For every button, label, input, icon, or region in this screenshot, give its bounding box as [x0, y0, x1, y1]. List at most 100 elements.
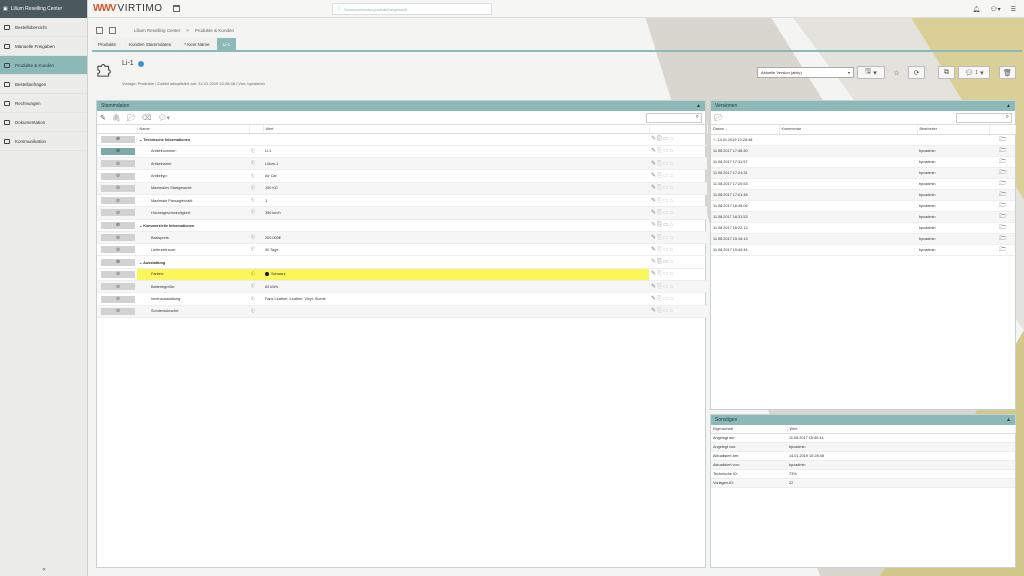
open-folder-icon[interactable]: 🗁 [999, 181, 1006, 187]
version-row[interactable]: 11.08.2017 16:22:13 bpcadmin 🗁 [711, 222, 1015, 234]
field-row[interactable]: ⊘ Basispreis: ⓘ 200.000€ ✎⎘▭⌂ [97, 231, 707, 245]
collapse-panel-icon[interactable]: ▲ [1006, 417, 1011, 423]
tab-2[interactable]: * Kein Name [178, 38, 216, 50]
tab-3[interactable]: Li-1 [216, 38, 237, 50]
collapse-panel-icon[interactable]: ▲ [696, 103, 701, 109]
erase-icon[interactable]: ⌂ [670, 198, 675, 204]
erase-icon[interactable]: ⌂ [670, 222, 675, 228]
version-row[interactable]: 11.08.2017 16:31:53 bpcadmin 🗁 [711, 211, 1015, 223]
info-icon[interactable]: ⓘ [251, 149, 255, 153]
folder-icon[interactable]: ▭ [663, 161, 670, 167]
version-row[interactable]: 11.08.2017 17:20:53 bpcadmin 🗁 [711, 178, 1015, 190]
folder-icon[interactable]: ▭ [663, 271, 670, 277]
version-row[interactable]: 11.08.2017 17:01:46 bpcadmin 🗁 [711, 189, 1015, 201]
folder-icon[interactable]: ▭ [663, 296, 670, 302]
version-row[interactable]: 11.08.2017 17:48:30 bpcadmin 🗁 [711, 145, 1015, 157]
version-select[interactable]: Aktuelle Version (aktiv) ▾ [757, 67, 854, 78]
erase-icon[interactable]: ⌂ [670, 296, 675, 302]
open-folder-icon[interactable]: 🗁 [999, 137, 1006, 143]
forward-icon[interactable] [109, 26, 116, 34]
field-row[interactable]: ⊘ Maximales Startgewicht: ⓘ 150 KG ✎⎘▭⌂ [97, 182, 707, 195]
refresh-button[interactable]: ⟳ [908, 66, 925, 79]
version-row[interactable]: 11.08.2017 17:24:31 bpcadmin 🗁 [711, 167, 1015, 179]
field-row[interactable]: ⊘ Innenausstattung: ⓘ Faux Leather; Leat… [97, 292, 707, 306]
erase-icon[interactable]: ⌂ [670, 247, 675, 253]
folder-icon[interactable]: ▭ [663, 148, 670, 154]
field-row[interactable]: ⊘ Artikelnummer: ⓘ Li-1 ✎⎘▭⌂ [97, 145, 707, 159]
sidebar-item-2[interactable]: Produkte & Kunden [0, 56, 87, 75]
version-row[interactable]: ☆ 14.01.2019 10:28:48 🗁 [711, 134, 1015, 146]
open-external-button[interactable]: ⧉ [938, 66, 955, 79]
folder-icon[interactable]: ▭ [663, 235, 670, 241]
comment-toggle-button[interactable]: ⊘ [101, 184, 135, 192]
comment-toggle-button[interactable]: ⊘ [101, 197, 135, 205]
info-icon[interactable]: ⓘ [251, 174, 255, 178]
versionen-search-input[interactable]: ⌕ [956, 113, 1012, 123]
field-row[interactable]: ⊘ Maximale Passagierzahl: ⓘ 1 ✎⎘▭⌂ [97, 194, 707, 208]
erase-icon[interactable]: ⌂ [670, 284, 675, 290]
comment-toggle-button[interactable]: ⊘ [101, 172, 135, 180]
field-row[interactable]: ⊘ Artikelname: ⓘ Lilium-1 ✎⎘▭⌂ [97, 157, 707, 171]
erase-icon[interactable]: ⌂ [670, 210, 675, 216]
comment-toggle-button[interactable]: ⊘ [101, 234, 135, 242]
erase-icon[interactable]: ⌂ [670, 259, 675, 265]
folder-open-icon[interactable]: 📂︎ [714, 114, 723, 122]
edit-icon[interactable]: ✎ [100, 114, 106, 122]
comment-toggle-button[interactable]: ⊘ [101, 221, 135, 229]
value-col-header[interactable]: Wert [263, 125, 650, 134]
info-icon[interactable]: ⓘ [251, 235, 255, 239]
brand-header[interactable]: ▣ Lilium Reselling Center [0, 0, 87, 18]
folder-icon[interactable]: ▭ [663, 136, 670, 142]
folder-icon[interactable]: ▭ [663, 173, 670, 179]
erase-icon[interactable]: ⌂ [670, 148, 675, 154]
field-row[interactable]: ⊘ Höchstgeschwindigkeit: ⓘ 350 km/h ✎⎘▭⌂ [97, 206, 707, 220]
comment-toggle-button[interactable]: ⊘ [101, 283, 135, 291]
open-folder-icon[interactable]: 🗁 [999, 214, 1006, 220]
info-icon[interactable]: ⓘ [251, 247, 255, 251]
editor-col-header[interactable]: Bearbeiter [917, 125, 990, 135]
folder-icon[interactable]: ▭ [663, 308, 670, 314]
comment-toggle-button[interactable]: ⊘ [101, 135, 135, 143]
erase-icon[interactable]: ⌂ [670, 271, 675, 277]
group-row[interactable]: ⊘ ⌄ Kommerzielle Informationen ✎⎘▭⌂ [97, 219, 707, 232]
open-folder-icon[interactable]: 🗁 [999, 247, 1006, 253]
comment-toggle-button[interactable]: ⊘ [101, 209, 135, 217]
info-icon[interactable]: ⓘ [251, 309, 255, 313]
group-row[interactable]: ⊘ ⌄ Ausstattung ✎⎘▭⌂ [97, 255, 707, 269]
open-folder-icon[interactable]: 🗁 [999, 236, 1006, 242]
group-row[interactable]: ⊘ ⌄ Technische Informationen ✎⎘▭⌂ [97, 133, 707, 146]
folder-icon[interactable]: ▭ [663, 185, 670, 191]
attach-icon[interactable]: 🖇︎ [112, 114, 121, 122]
open-folder-icon[interactable]: 🗁 [999, 192, 1006, 198]
expand-chevron-icon[interactable]: ⌄ [139, 261, 142, 265]
field-row[interactable]: ⊘ Artikeltyp: ⓘ Air Car ✎⎘▭⌂ [97, 169, 707, 183]
back-icon[interactable] [96, 26, 103, 34]
info-icon[interactable]: ⓘ [251, 161, 255, 165]
open-folder-icon[interactable]: 🗁 [999, 159, 1006, 165]
info-icon[interactable]: ⓘ [251, 186, 255, 190]
collapse-sidebar-button[interactable]: « [0, 567, 88, 573]
save-button[interactable]: 🖫 ▾ [857, 66, 885, 79]
version-row[interactable]: 11.08.2017 17:31:57 bpcadmin 🗁 [711, 156, 1015, 168]
info-icon[interactable]: ⓘ [251, 297, 255, 301]
field-row[interactable]: ⊘ Farben: ⓘ Schwarz ✎⎘▭⌂ [97, 268, 707, 282]
erase-icon[interactable]: ⌂ [670, 185, 675, 191]
expand-chevron-icon[interactable]: ⌄ [139, 224, 142, 228]
tab-0[interactable]: Produkte [92, 38, 123, 50]
stammdaten-search-input[interactable]: ⌕ [646, 113, 702, 123]
breadcrumb-current[interactable]: Produkte & Kunden [195, 28, 234, 33]
collapse-panel-icon[interactable]: ▲ [1006, 103, 1011, 109]
erase-icon[interactable]: ⌂ [670, 235, 675, 241]
folder-icon[interactable]: ▭ [663, 247, 670, 253]
version-row[interactable]: 11.08.2017 15:16:13 bpcadmin 🗁 [711, 233, 1015, 245]
favorite-button[interactable]: ☆ [888, 66, 905, 79]
open-folder-icon[interactable]: 🗁 [999, 225, 1006, 231]
bell-icon[interactable]: 🔔︎ [972, 6, 980, 13]
comment-toggle-button[interactable]: ⊘ [101, 160, 135, 168]
open-folder-icon[interactable]: 🗁 [999, 170, 1006, 176]
comment-menu-icon[interactable]: 💬︎▾ [158, 114, 170, 122]
breadcrumb-root[interactable]: Lilium Reselling Center [134, 28, 180, 33]
eraser-icon[interactable]: ⌫ [142, 114, 152, 122]
field-row[interactable]: ⊘ Batteriegröße: ⓘ 60 kWh ✎⎘▭⌂ [97, 280, 707, 294]
folder-icon[interactable]: ▭ [663, 222, 670, 228]
